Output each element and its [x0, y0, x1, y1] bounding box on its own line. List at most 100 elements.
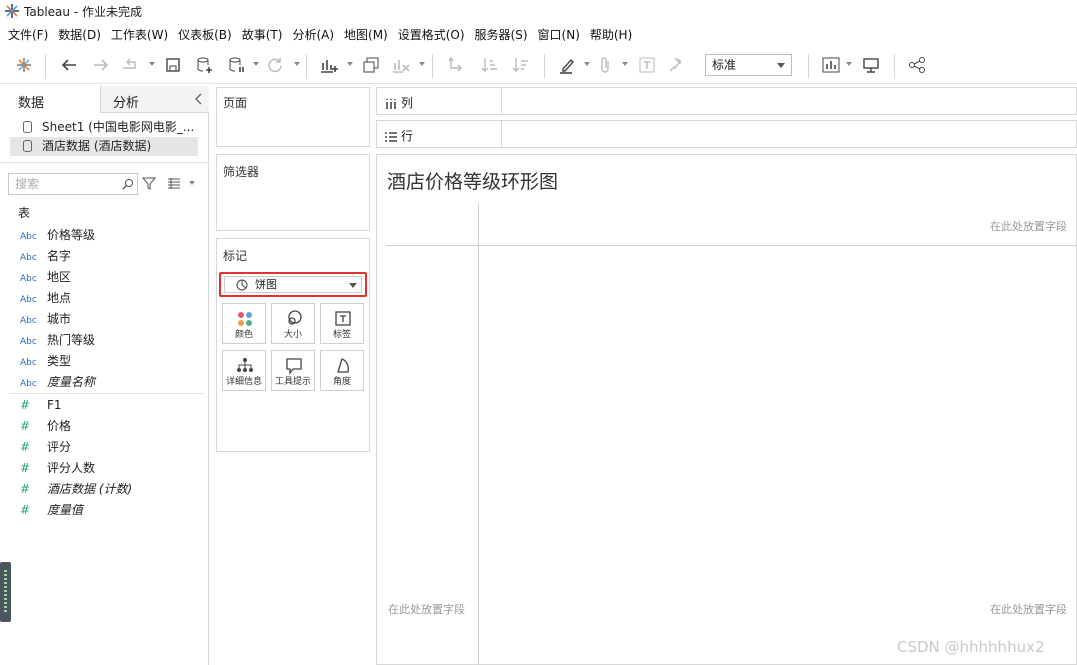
- view-list-icon[interactable]: [167, 177, 181, 189]
- string-type-icon: Abc: [20, 274, 37, 284]
- field-item[interactable]: Abc 地点: [20, 289, 71, 307]
- menu-story[interactable]: 故事(T): [242, 26, 283, 43]
- refresh-icon[interactable]: [264, 54, 286, 76]
- mark-type-value: 饼图: [255, 278, 277, 291]
- field-item[interactable]: Abc 名字: [20, 247, 71, 265]
- save-icon[interactable]: [162, 54, 184, 76]
- label-button[interactable]: 标签: [320, 303, 364, 344]
- presentation-mode-icon[interactable]: [860, 54, 882, 76]
- refresh-dropdown-icon[interactable]: [294, 62, 300, 66]
- sort-descending-icon[interactable]: [510, 54, 532, 76]
- menu-analysis[interactable]: 分析(A): [292, 26, 334, 43]
- pause-updates-icon[interactable]: [226, 54, 248, 76]
- columns-shelf[interactable]: 列: [376, 87, 1077, 115]
- filters-card[interactable]: 筛选器: [216, 154, 370, 231]
- duplicate-sheet-icon[interactable]: [360, 54, 382, 76]
- show-mark-labels-icon[interactable]: [636, 54, 658, 76]
- menu-data[interactable]: 数据(D): [58, 26, 101, 43]
- datasource-item-selected[interactable]: 酒店数据 (酒店数据): [10, 137, 198, 156]
- rows-shelf-label: 行: [377, 121, 502, 147]
- replay-dropdown-icon[interactable]: [149, 62, 155, 66]
- string-type-icon: Abc: [20, 232, 37, 242]
- undo-icon[interactable]: [58, 54, 80, 76]
- color-button[interactable]: 颜色: [222, 303, 266, 344]
- menu-file[interactable]: 文件(F): [8, 26, 48, 43]
- clear-dropdown-icon[interactable]: [419, 62, 425, 66]
- menu-dashboard[interactable]: 仪表板(B): [178, 26, 232, 43]
- new-datasource-icon[interactable]: [194, 54, 216, 76]
- field-item[interactable]: Abc 城市: [20, 310, 71, 328]
- show-me-icon[interactable]: [820, 54, 842, 76]
- number-type-icon: #: [20, 440, 31, 454]
- worksheet-view[interactable]: [376, 154, 1077, 665]
- drop-field-hint-top[interactable]: 在此处放置字段: [990, 218, 1067, 234]
- field-item[interactable]: # F1: [20, 396, 62, 414]
- filter-icon[interactable]: [142, 176, 156, 190]
- share-icon[interactable]: [906, 54, 928, 76]
- group-members-icon[interactable]: [594, 54, 616, 76]
- field-item[interactable]: Abc 价格等级: [20, 226, 95, 244]
- number-type-icon: #: [20, 482, 31, 496]
- menu-help[interactable]: 帮助(H): [590, 26, 632, 43]
- string-type-icon: Abc: [20, 358, 37, 368]
- group-dropdown-icon[interactable]: [622, 62, 628, 66]
- database-icon: [23, 140, 32, 152]
- table-heading: 表: [18, 206, 31, 220]
- mark-type-value-box: 饼图: [224, 276, 362, 293]
- field-item[interactable]: # 评分人数: [20, 459, 95, 477]
- menu-window[interactable]: 窗口(N): [538, 26, 580, 43]
- field-item[interactable]: Abc 度量名称: [20, 373, 95, 391]
- field-item[interactable]: Abc 热门等级: [20, 331, 95, 349]
- new-worksheet-icon[interactable]: [318, 54, 340, 76]
- field-item[interactable]: # 评分: [20, 438, 71, 456]
- replay-icon[interactable]: [120, 54, 142, 76]
- size-button[interactable]: 大小: [271, 303, 315, 344]
- angle-button[interactable]: 角度: [320, 350, 364, 391]
- view-dropdown-icon[interactable]: [189, 181, 195, 185]
- menu-worksheet[interactable]: 工作表(W): [111, 26, 168, 43]
- color-icon: [238, 312, 252, 326]
- menu-format[interactable]: 设置格式(O): [398, 26, 465, 43]
- sort-ascending-icon[interactable]: [479, 54, 501, 76]
- field-item[interactable]: # 度量值: [20, 501, 83, 519]
- pages-card[interactable]: 页面: [216, 87, 370, 147]
- swap-rows-columns-icon[interactable]: [445, 54, 467, 76]
- fit-select[interactable]: 标准: [705, 54, 792, 76]
- field-item[interactable]: Abc 地区: [20, 268, 71, 286]
- field-item[interactable]: # 价格: [20, 417, 71, 435]
- tableau-home-icon[interactable]: [13, 54, 35, 76]
- string-type-icon: Abc: [20, 316, 37, 326]
- search-input[interactable]: 搜索: [8, 173, 138, 195]
- tooltip-button[interactable]: 工具提示: [271, 350, 315, 391]
- filters-card-title: 筛选器: [223, 165, 260, 179]
- fix-axes-icon[interactable]: [666, 54, 688, 76]
- drop-field-hint-left[interactable]: 在此处放置字段: [388, 601, 465, 617]
- highlight-icon[interactable]: [556, 54, 578, 76]
- rows-shelf[interactable]: 行: [376, 120, 1077, 148]
- mark-type-select[interactable]: 饼图: [219, 272, 367, 297]
- highlight-dropdown-icon[interactable]: [584, 62, 590, 66]
- redo-icon[interactable]: [90, 54, 112, 76]
- number-type-icon: #: [20, 398, 31, 412]
- field-item[interactable]: # 酒店数据 (计数): [20, 480, 132, 498]
- string-type-icon: Abc: [20, 253, 37, 263]
- pause-dropdown-icon[interactable]: [253, 62, 259, 66]
- collapse-pane-icon[interactable]: [194, 93, 204, 105]
- menu-map[interactable]: 地图(M): [344, 26, 388, 43]
- sheet-title[interactable]: 酒店价格等级环形图: [387, 167, 558, 194]
- datasource-item[interactable]: Sheet1 (中国电影网电影_...: [10, 118, 198, 137]
- detail-button[interactable]: 详细信息: [222, 350, 266, 391]
- string-type-icon: Abc: [20, 295, 37, 305]
- field-item[interactable]: Abc 类型: [20, 352, 71, 370]
- tab-analysis[interactable]: 分析: [101, 86, 209, 113]
- side-dock[interactable]: [0, 562, 11, 622]
- show-me-dropdown-icon[interactable]: [846, 62, 852, 66]
- clear-sheet-icon[interactable]: [390, 54, 412, 76]
- search-icon: [122, 179, 133, 190]
- number-type-icon: #: [20, 503, 31, 517]
- tab-data[interactable]: 数据: [0, 86, 101, 113]
- drop-field-hint-main[interactable]: 在此处放置字段: [990, 601, 1067, 617]
- window-title: Tableau - 作业未完成: [24, 4, 142, 19]
- new-worksheet-dropdown-icon[interactable]: [347, 62, 353, 66]
- menu-server[interactable]: 服务器(S): [475, 26, 528, 43]
